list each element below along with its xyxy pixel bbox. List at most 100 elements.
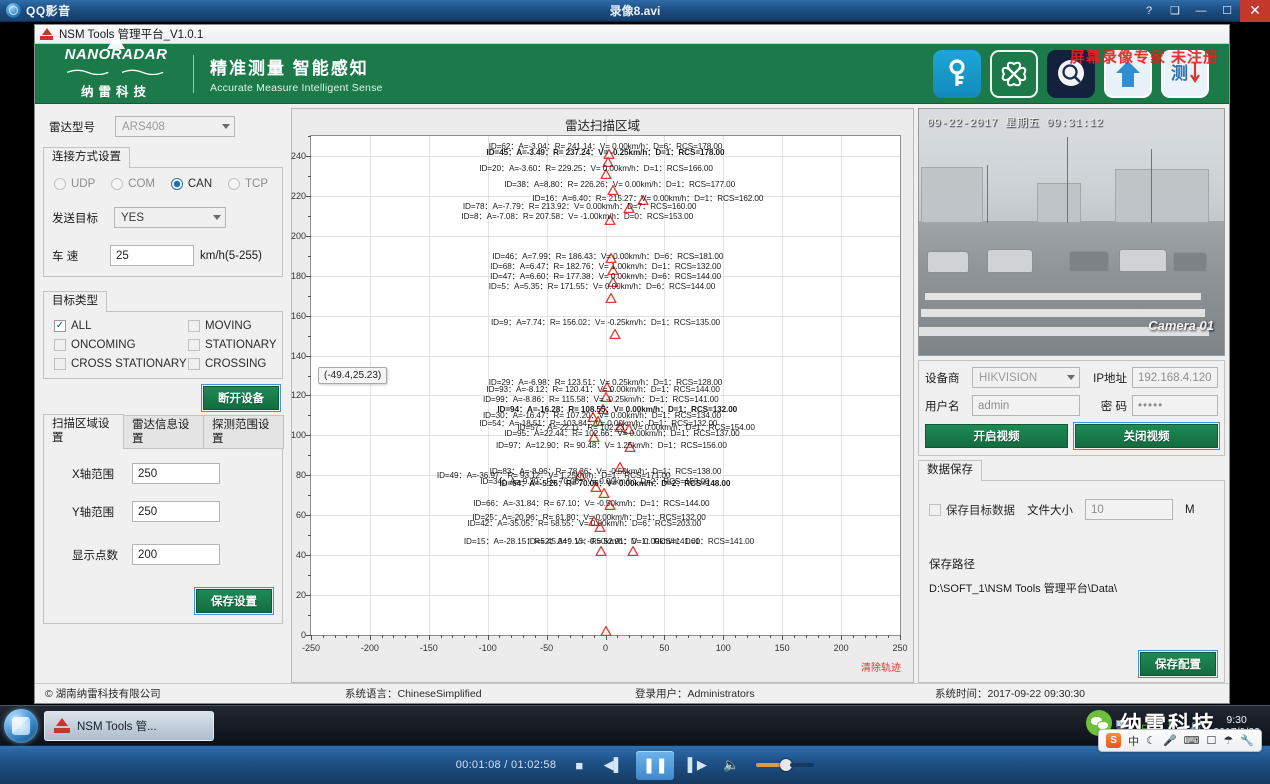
tab-data-save[interactable]: 数据保存 bbox=[918, 460, 982, 481]
pause-button[interactable]: ❚❚ bbox=[636, 750, 675, 780]
player-app-name: QQ影音 bbox=[26, 4, 71, 18]
wrench-icon[interactable]: 🔧 bbox=[1240, 734, 1254, 747]
target-marker[interactable] bbox=[595, 546, 607, 557]
file-size-value: 10 bbox=[1091, 503, 1104, 516]
y-range-input[interactable]: 250 bbox=[132, 501, 220, 522]
y-minor-tick bbox=[308, 495, 311, 497]
disconnect-button[interactable]: 断开设备 bbox=[201, 384, 281, 412]
player-control-bar: 00:01:08 / 01:02:58 ■ ◀▌ ❚❚ ▌▶ 🔈 bbox=[0, 745, 1270, 784]
x-tick-label: -50 bbox=[540, 643, 554, 653]
gridline-vertical bbox=[841, 136, 843, 635]
data-save-group: 数据保存 保存目标数据 文件大小 10 M 保存路径 D:\SOFT_1\NSM… bbox=[918, 460, 1225, 683]
checkbox-crossing[interactable]: CROSSING bbox=[188, 358, 277, 370]
volume-icon[interactable]: 🔈 bbox=[720, 754, 742, 776]
target-marker[interactable] bbox=[609, 328, 621, 339]
y-minor-tick bbox=[308, 215, 311, 217]
box-icon[interactable]: ☐ bbox=[1207, 734, 1217, 747]
maximize-button[interactable]: ☐ bbox=[1214, 0, 1240, 22]
tab-scan-area-settings[interactable]: 扫描区域设置 bbox=[43, 414, 124, 449]
vendor-select[interactable]: HIKVISION bbox=[972, 367, 1080, 388]
radio-tcp[interactable]: TCP bbox=[227, 178, 268, 190]
plot-area-wrapper: -250 -200 -150 -100 -50 0 50 100 150 200 250 0 20 40 6… bbox=[291, 135, 908, 653]
checkbox-oncoming[interactable]: ONCOMING bbox=[54, 339, 188, 351]
speed-input[interactable]: 25 bbox=[110, 245, 194, 266]
tab-radar-info-settings[interactable]: 雷达信息设置 bbox=[123, 415, 204, 449]
camera-video-preview[interactable]: 09-22-2017 星期五 09:31:12 Camera 01 bbox=[918, 108, 1225, 356]
y-tickmark bbox=[306, 515, 311, 517]
target-marker[interactable] bbox=[627, 546, 639, 557]
start-button[interactable] bbox=[4, 708, 38, 743]
checkbox-moving[interactable]: MOVING bbox=[188, 320, 277, 332]
tab-connection-settings[interactable]: 连接方式设置 bbox=[43, 147, 130, 168]
y-minor-tick bbox=[308, 175, 311, 177]
checkbox-all[interactable]: ✓ ALL bbox=[54, 320, 188, 332]
stop-button[interactable]: ■ bbox=[568, 754, 590, 776]
next-button[interactable]: ▌▶ bbox=[686, 754, 708, 776]
radio-udp[interactable]: UDP bbox=[54, 178, 95, 190]
x-tick-label: -200 bbox=[360, 643, 379, 653]
y-tick-label: 220 bbox=[290, 190, 306, 201]
x-minor-tick bbox=[334, 635, 336, 638]
user-input[interactable]: admin bbox=[972, 395, 1080, 416]
y-tickmark bbox=[306, 275, 311, 277]
checkbox-save-target-data[interactable]: 保存目标数据 bbox=[929, 502, 1015, 518]
radar-scatter-plot[interactable]: -250 -200 -150 -100 -50 0 50 100 150 200 250 0 20 40 6… bbox=[291, 135, 908, 653]
tab-target-type[interactable]: 目标类型 bbox=[43, 291, 107, 312]
flower-icon[interactable] bbox=[990, 49, 1038, 98]
app-title: NSM Tools 管理平台_V1.0.1 bbox=[59, 29, 204, 41]
close-button[interactable]: ✕ bbox=[1240, 0, 1270, 22]
mic-icon[interactable]: 🎤 bbox=[1163, 734, 1177, 747]
save-config-button[interactable]: 保存配置 bbox=[1138, 650, 1218, 678]
radio-com[interactable]: COM bbox=[111, 178, 155, 190]
point-count-input[interactable]: 200 bbox=[132, 544, 220, 565]
vendor-label: 设备商 bbox=[925, 372, 960, 385]
target-marker[interactable] bbox=[600, 626, 611, 636]
umbrella-icon[interactable]: ☂ bbox=[1223, 734, 1233, 747]
radar-model-select[interactable]: ARS408 bbox=[115, 116, 235, 137]
target-marker[interactable] bbox=[605, 292, 617, 303]
car-4 bbox=[1119, 249, 1167, 272]
x-minor-tick bbox=[888, 635, 890, 638]
radar-scan-chart-panel: 雷达扫描区域 -250 -200 -150 -100 -50 0 50 100 150 200 25… bbox=[291, 108, 914, 683]
open-video-button[interactable]: 开启视频 bbox=[925, 424, 1068, 448]
video-buttons-row: 开启视频 关闭视频 bbox=[925, 422, 1220, 450]
taskbar-item-nsm-tools[interactable]: NSM Tools 管... bbox=[44, 710, 214, 741]
nanoradar-logo-icon bbox=[40, 28, 53, 40]
keyboard-icon[interactable]: ⌨ bbox=[1184, 734, 1200, 747]
volume-slider[interactable] bbox=[756, 759, 815, 771]
restore-button[interactable]: ❑ bbox=[1162, 0, 1188, 22]
status-time: 系统时间：2017-09-22 09:30:30 bbox=[925, 686, 1095, 701]
password-input[interactable]: ••••• bbox=[1132, 395, 1218, 416]
minimize-button[interactable]: — bbox=[1188, 0, 1214, 22]
radio-can[interactable]: CAN bbox=[170, 178, 212, 190]
y-tickmark bbox=[306, 435, 311, 437]
sogou-mode-label[interactable]: 中 bbox=[1128, 733, 1139, 749]
y-tick-label: 160 bbox=[290, 310, 306, 321]
ip-input[interactable]: 192.168.4.120 bbox=[1132, 367, 1218, 388]
x-minor-tick bbox=[417, 635, 419, 638]
x-minor-tick bbox=[523, 635, 525, 638]
checkbox-cross-stationary[interactable]: CROSS STATIONARY bbox=[54, 358, 188, 370]
help-button[interactable]: ? bbox=[1136, 0, 1162, 22]
clear-track-link[interactable]: 清除轨迹 bbox=[861, 659, 901, 674]
checkbox-stationary[interactable]: STATIONARY bbox=[188, 339, 277, 351]
file-size-input[interactable]: 10 bbox=[1085, 499, 1173, 520]
sogou-logo-icon[interactable]: S bbox=[1106, 733, 1122, 748]
tab-detection-range-settings[interactable]: 探测范围设置 bbox=[203, 415, 284, 449]
gridline-horizontal bbox=[311, 595, 900, 597]
ip-label: IP地址 bbox=[1093, 372, 1127, 385]
y-tick-label: 120 bbox=[290, 390, 306, 401]
save-settings-button[interactable]: 保存设置 bbox=[194, 587, 274, 615]
sogou-ime-toolbar[interactable]: S 中 ☾ 🎤 ⌨ ☐ ☂ 🔧 bbox=[1098, 729, 1262, 752]
target-type-tabstrip: 目标类型 bbox=[43, 291, 283, 312]
send-target-select[interactable]: YES bbox=[114, 207, 226, 228]
pole-2 bbox=[1067, 137, 1068, 223]
x-tick-label: -150 bbox=[419, 643, 438, 653]
car-5 bbox=[1173, 252, 1207, 272]
previous-button[interactable]: ◀▌ bbox=[602, 754, 624, 776]
close-video-button[interactable]: 关闭视频 bbox=[1073, 422, 1220, 450]
brand-divider bbox=[193, 54, 194, 93]
key-icon[interactable] bbox=[933, 49, 981, 98]
moon-icon[interactable]: ☾ bbox=[1146, 734, 1156, 747]
x-range-input[interactable]: 250 bbox=[132, 463, 220, 484]
